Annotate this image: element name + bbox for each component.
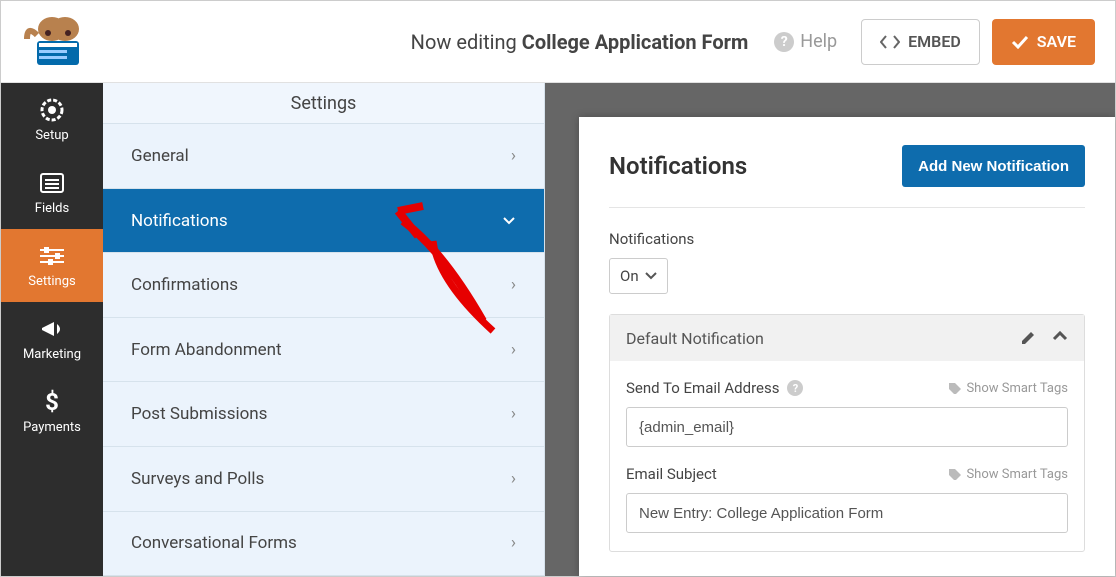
add-notification-button[interactable]: Add New Notification: [902, 145, 1085, 187]
submenu-item-confirmations[interactable]: Confirmations ›: [103, 253, 544, 318]
save-label: SAVE: [1037, 32, 1076, 51]
bullhorn-icon: [39, 315, 65, 343]
embed-label: EMBED: [908, 32, 961, 51]
chevron-right-icon: ›: [511, 146, 516, 166]
form-name: College Application Form: [522, 30, 749, 54]
chevron-down-icon: [645, 272, 657, 280]
chevron-right-icon: ›: [511, 275, 516, 295]
now-editing-text: Now editing College Application Form: [411, 30, 749, 54]
card-title: Default Notification: [626, 329, 764, 348]
code-icon: [880, 35, 900, 49]
tag-icon: [948, 382, 962, 394]
sidebar-label: Payments: [23, 420, 81, 435]
chevron-right-icon: ›: [511, 404, 516, 424]
sidebar-label: Marketing: [23, 347, 81, 362]
submenu-label: Conversational Forms: [131, 533, 297, 553]
panel-title: Notifications: [609, 152, 747, 180]
toggle-value: On: [620, 267, 639, 285]
submenu-label: Notifications: [131, 211, 228, 231]
chevron-right-icon: ›: [511, 533, 516, 553]
main-content: Notifications Add New Notification Notif…: [545, 83, 1115, 576]
submenu-header: Settings: [103, 83, 544, 124]
submenu-label: General: [131, 146, 189, 166]
help-icon: ?: [774, 32, 794, 52]
submenu-item-post-submissions[interactable]: Post Submissions ›: [103, 382, 544, 447]
submenu-item-form-abandonment[interactable]: Form Abandonment ›: [103, 318, 544, 383]
sidebar: Setup Fields Settings Marketing $ Paymen…: [1, 83, 103, 576]
sidebar-label: Fields: [35, 201, 69, 216]
sidebar-label: Settings: [28, 274, 75, 289]
submenu-label: Confirmations: [131, 275, 238, 295]
help-icon[interactable]: ?: [787, 380, 803, 396]
settings-submenu: Settings General › Notifications Confirma…: [103, 83, 545, 576]
send-to-label: Send To Email Address ?: [626, 379, 803, 397]
card-header[interactable]: Default Notification: [610, 315, 1084, 361]
chevron-right-icon: ›: [511, 469, 516, 489]
notification-card: Default Notification Send To Email Addre…: [609, 314, 1085, 552]
gear-icon: [39, 96, 65, 124]
help-link[interactable]: ? Help: [774, 31, 837, 52]
sliders-icon: [38, 242, 66, 270]
editing-prefix: Now editing: [411, 30, 517, 54]
chevron-up-icon[interactable]: [1052, 330, 1068, 346]
edit-icon[interactable]: [1020, 330, 1036, 346]
show-smart-tags-link[interactable]: Show Smart Tags: [948, 381, 1068, 396]
tag-icon: [948, 468, 962, 480]
submenu-item-notifications[interactable]: Notifications: [103, 189, 544, 254]
submenu-item-conversational-forms[interactable]: Conversational Forms ›: [103, 512, 544, 576]
submenu-label: Surveys and Polls: [131, 469, 264, 489]
submenu-label: Form Abandonment: [131, 340, 282, 360]
show-smart-tags-link[interactable]: Show Smart Tags: [948, 467, 1068, 482]
sidebar-item-setup[interactable]: Setup: [1, 83, 103, 156]
submenu-label: Post Submissions: [131, 404, 267, 424]
submenu-item-surveys-polls[interactable]: Surveys and Polls ›: [103, 447, 544, 512]
chevron-right-icon: ›: [511, 340, 516, 360]
sidebar-item-settings[interactable]: Settings: [1, 229, 103, 302]
email-subject-label: Email Subject: [626, 465, 717, 483]
save-button[interactable]: SAVE: [992, 19, 1095, 65]
notifications-panel: Notifications Add New Notification Notif…: [579, 117, 1115, 576]
check-icon: [1011, 35, 1029, 49]
notifications-toggle-label: Notifications: [609, 230, 1085, 248]
send-to-input[interactable]: [626, 407, 1068, 447]
submenu-item-general[interactable]: General ›: [103, 124, 544, 189]
notifications-toggle-select[interactable]: On: [609, 258, 668, 294]
chevron-down-icon: [502, 216, 516, 226]
sidebar-label: Setup: [35, 128, 68, 143]
sidebar-item-fields[interactable]: Fields: [1, 156, 103, 229]
app-logo: [21, 14, 91, 70]
list-icon: [39, 169, 65, 197]
dollar-icon: $: [43, 388, 61, 416]
email-subject-input[interactable]: [626, 493, 1068, 533]
embed-button[interactable]: EMBED: [861, 19, 980, 65]
sidebar-item-payments[interactable]: $ Payments: [1, 375, 103, 448]
svg-text:$: $: [45, 389, 59, 415]
help-label: Help: [800, 31, 837, 52]
sidebar-item-marketing[interactable]: Marketing: [1, 302, 103, 375]
